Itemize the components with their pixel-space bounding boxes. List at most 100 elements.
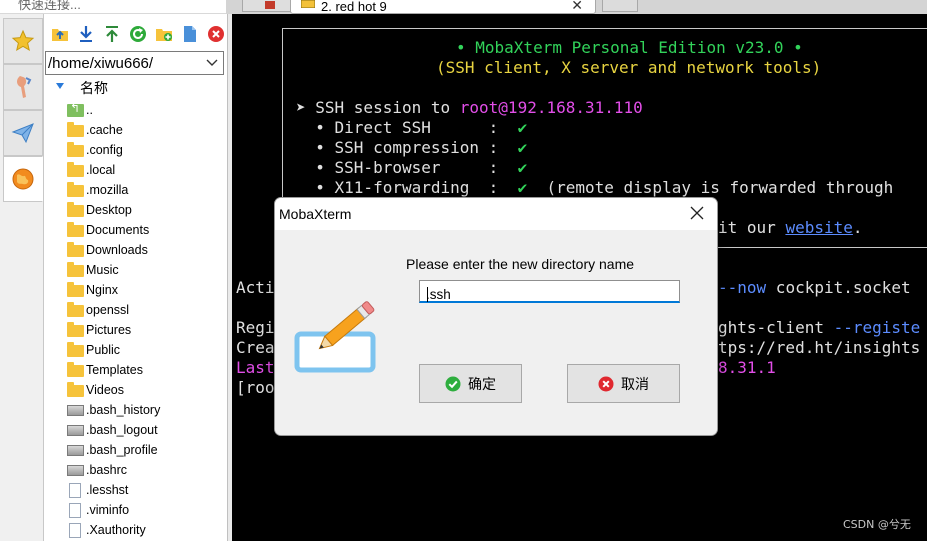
file-name: Pictures <box>86 323 132 337</box>
list-item[interactable]: Desktop <box>67 200 227 220</box>
folder-icon <box>67 301 84 317</box>
new-directory-dialog: MobaXterm Please enter the new directory… <box>274 197 718 436</box>
folder-icon <box>67 361 84 377</box>
terminal-text-left: Last <box>236 358 275 377</box>
folder-icon <box>67 181 84 197</box>
feature-line: • SSH compression : ✔ <box>296 138 528 157</box>
folder-icon <box>67 161 84 177</box>
list-item[interactable]: .mozilla <box>67 180 227 200</box>
file-name: .mozilla <box>86 183 129 197</box>
binary-file-icon <box>67 404 84 416</box>
dialog-title: MobaXterm <box>279 206 352 222</box>
ssh-session-line: ➤ SSH session to root@192.168.31.110 <box>296 98 643 117</box>
close-icon[interactable] <box>689 205 705 221</box>
list-item[interactable]: Public <box>67 340 227 360</box>
list-item[interactable]: Pictures <box>67 320 227 340</box>
feature-line: • SSH-browser : ✔ <box>296 158 528 177</box>
dialog-body: Please enter the new directory name .ssh… <box>275 230 717 435</box>
sidebar-tab-macros[interactable] <box>3 110 43 156</box>
list-item[interactable]: .local <box>67 160 227 180</box>
sidebar-tab-tools[interactable] <box>3 64 43 110</box>
list-item[interactable]: .Xauthority <box>67 520 227 540</box>
tab-terminal-session[interactable]: 2. red hot 9 ✕ <box>290 0 596 14</box>
file-name: .local <box>86 163 116 177</box>
list-item[interactable]: Downloads <box>67 240 227 260</box>
file-name: Documents <box>86 223 150 237</box>
list-item[interactable]: .bash_profile <box>67 440 227 460</box>
sidebar-tab-sessions[interactable] <box>3 18 43 64</box>
ok-button-label: 确定 <box>468 375 496 392</box>
folder-icon <box>67 121 84 137</box>
collapse-triangle-icon[interactable] <box>56 83 64 89</box>
home-icon <box>265 1 275 9</box>
sidebar-tab-sftp[interactable] <box>3 156 43 202</box>
refresh-icon <box>130 26 146 42</box>
file-list: .. .cache .config .local .mozilla Desktop Docu… <box>67 100 227 540</box>
folder-icon <box>67 221 84 237</box>
file-name: Desktop <box>86 203 132 217</box>
refresh-button[interactable] <box>128 23 149 45</box>
document-icon <box>69 522 81 538</box>
tab-strip: 2. red hot 9 ✕ <box>226 0 927 14</box>
list-item[interactable]: .. <box>67 100 227 120</box>
list-item[interactable]: .cache <box>67 120 227 140</box>
terminal-text-right: tps://red.ht/insights <box>718 338 921 357</box>
folder-icon <box>67 281 84 297</box>
list-item[interactable]: .bash_logout <box>67 420 227 440</box>
file-name: Nginx <box>86 283 118 297</box>
list-item[interactable]: .bashrc <box>67 460 227 480</box>
file-name: Music <box>86 263 119 277</box>
directory-name-input[interactable]: .ssh <box>419 280 680 303</box>
cancel-button[interactable]: 取消 <box>567 364 680 403</box>
file-list-header[interactable]: 名称 <box>46 78 226 96</box>
terminal-text-right: 8.31.1 <box>718 358 776 377</box>
list-item[interactable]: Videos <box>67 380 227 400</box>
upload-button[interactable] <box>102 23 123 45</box>
download-button[interactable] <box>76 23 97 45</box>
path-value: /home/xiwu666/ <box>48 55 154 72</box>
new-tab-button[interactable] <box>602 0 638 12</box>
list-item[interactable]: Documents <box>67 220 227 240</box>
file-name: .. <box>86 103 93 117</box>
list-item[interactable]: Templates <box>67 360 227 380</box>
terminal-text-left: Crea <box>236 338 275 357</box>
list-item[interactable]: Music <box>67 260 227 280</box>
column-header-name: 名称 <box>80 80 108 96</box>
file-name: .bash_profile <box>86 443 158 457</box>
list-item[interactable]: openssl <box>67 300 227 320</box>
list-item[interactable]: .config <box>67 140 227 160</box>
terminal-text-left: Regi <box>236 318 275 337</box>
quick-connect-placeholder: 快速连接... <box>18 0 81 12</box>
list-item[interactable]: .viminfo <box>67 500 227 520</box>
path-combobox[interactable]: /home/xiwu666/ <box>45 51 224 75</box>
chevron-down-icon[interactable] <box>206 59 218 67</box>
file-name: .lesshst <box>86 483 129 497</box>
file-name: .viminfo <box>86 503 130 517</box>
folder-icon <box>67 241 84 257</box>
list-item[interactable]: .bash_history <box>67 400 227 420</box>
new-folder-button[interactable] <box>153 23 174 45</box>
delete-button[interactable] <box>205 23 226 45</box>
file-name: Public <box>86 343 121 357</box>
file-name: Templates <box>86 363 143 377</box>
file-name: Videos <box>86 383 124 397</box>
refresh-folder-button[interactable] <box>50 23 71 45</box>
binary-file-icon <box>67 424 84 436</box>
new-file-button[interactable] <box>179 23 200 45</box>
document-icon <box>69 482 81 498</box>
upload-icon <box>106 26 119 42</box>
dialog-prompt: Please enter the new directory name <box>406 256 635 272</box>
edit-pencil-icon <box>294 301 376 373</box>
file-name: .Xauthority <box>86 523 146 537</box>
tab-close-icon[interactable]: ✕ <box>571 0 583 14</box>
new-file-icon <box>183 26 196 42</box>
quick-connect-bar[interactable]: 快速连接... <box>0 0 226 14</box>
parent-folder-icon <box>67 101 84 117</box>
file-name: .config <box>86 143 123 157</box>
website-link[interactable]: website <box>785 218 852 237</box>
dialog-titlebar[interactable]: MobaXterm <box>275 198 717 230</box>
new-folder-icon <box>155 29 172 41</box>
list-item[interactable]: .lesshst <box>67 480 227 500</box>
list-item[interactable]: Nginx <box>67 280 227 300</box>
ok-button[interactable]: 确定 <box>419 364 522 403</box>
